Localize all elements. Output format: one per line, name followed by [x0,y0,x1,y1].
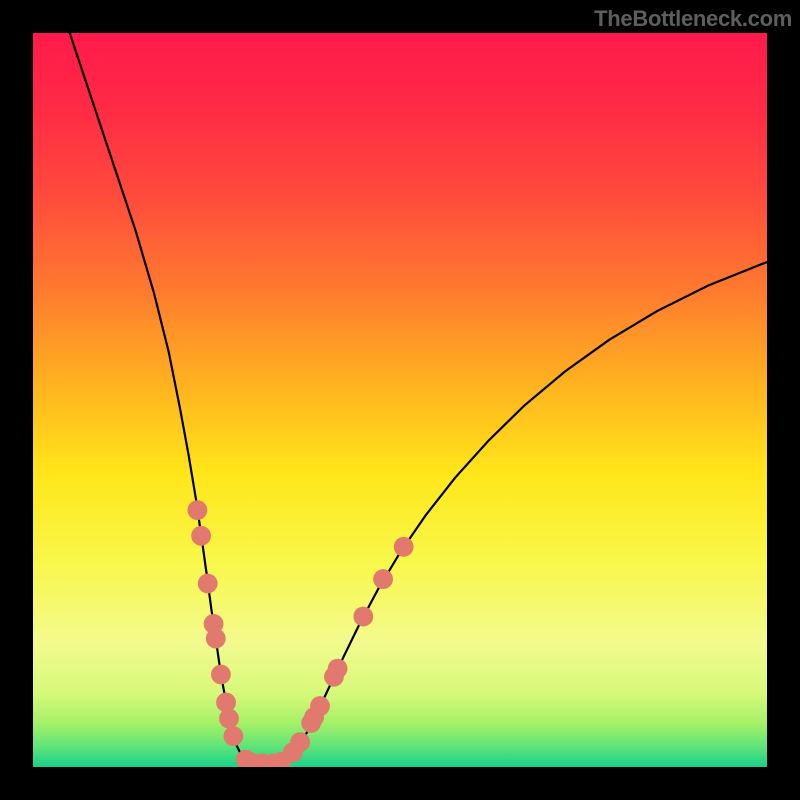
marker-dot [353,607,373,627]
series-left-branch [70,33,250,763]
marker-dot [373,569,393,589]
marker-dot [188,500,208,520]
series-right-branch [284,262,767,763]
chart-frame: TheBottleneck.com [0,0,800,800]
marker-dot [223,726,243,746]
watermark-text: TheBottleneck.com [594,6,792,32]
marker-dot [394,537,414,557]
marker-dot [290,732,310,752]
marker-dot [310,696,330,716]
marker-dot [198,574,218,594]
plot-area [33,33,767,767]
marker-dot [191,526,211,546]
curve-layer [33,33,767,767]
marker-dot [206,629,226,649]
marker-dot [211,665,231,685]
marker-dot [328,659,348,679]
marker-dot [219,709,239,729]
